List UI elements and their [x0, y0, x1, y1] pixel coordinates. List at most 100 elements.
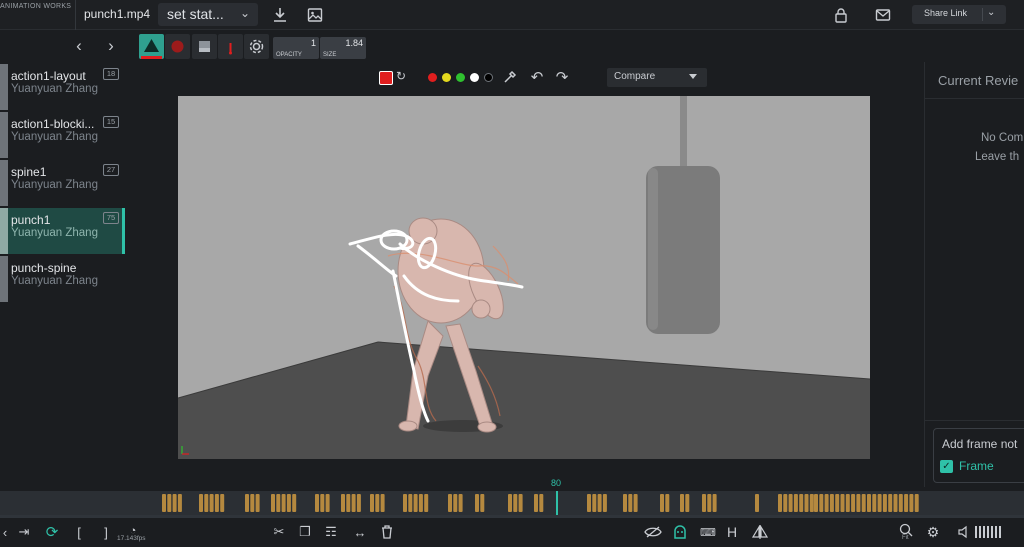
annotation-marker[interactable]: [914, 494, 919, 512]
version-item-active[interactable]: punch1 Yuanyuan Zhang 75: [0, 208, 125, 254]
annotation-marker[interactable]: [665, 494, 670, 512]
annotation-marker[interactable]: [271, 494, 275, 512]
note-input-placeholder[interactable]: Add frame not: [942, 437, 1017, 451]
swap-colors-icon[interactable]: ↻: [396, 69, 406, 83]
annotation-marker[interactable]: [814, 494, 818, 512]
annotation-marker[interactable]: [840, 494, 845, 512]
annotation-marker[interactable]: [380, 494, 385, 512]
color-swatch-white[interactable]: [470, 73, 479, 82]
skip-forward-icon[interactable]: ⇥: [17, 521, 31, 543]
status-select[interactable]: set stat... ⌄: [158, 3, 258, 26]
active-color-swatch[interactable]: [379, 71, 393, 85]
annotation-marker[interactable]: [204, 494, 209, 512]
annotation-marker[interactable]: [341, 494, 345, 512]
download-icon[interactable]: [269, 4, 291, 26]
annotation-marker[interactable]: [508, 494, 512, 512]
step-back-icon[interactable]: ‹: [0, 521, 10, 543]
annotation-marker[interactable]: [867, 494, 871, 512]
annotation-marker[interactable]: [418, 494, 423, 512]
version-item[interactable]: action1-blocki... Yuanyuan Zhang 15: [0, 112, 122, 158]
annotation-marker[interactable]: [453, 494, 458, 512]
annotation-marker[interactable]: [513, 494, 518, 512]
annotation-marker[interactable]: [628, 494, 633, 512]
flip-icon[interactable]: [750, 521, 770, 543]
annotation-marker[interactable]: [413, 494, 418, 512]
annotation-marker[interactable]: [861, 494, 866, 512]
h-toggle-icon[interactable]: H: [724, 521, 740, 543]
annotation-marker[interactable]: [835, 494, 840, 512]
set-in-point-icon[interactable]: [: [72, 521, 86, 543]
volume-icon[interactable]: [956, 521, 974, 543]
annotation-marker[interactable]: [172, 494, 177, 512]
annotation-marker[interactable]: [788, 494, 793, 512]
annotation-marker[interactable]: [829, 494, 834, 512]
annotation-marker[interactable]: [597, 494, 602, 512]
annotation-marker[interactable]: [660, 494, 664, 512]
annotation-marker[interactable]: [375, 494, 380, 512]
annotation-marker[interactable]: [633, 494, 638, 512]
video-canvas[interactable]: [178, 96, 870, 459]
shape-tool-button[interactable]: [139, 34, 164, 59]
annotation-marker[interactable]: [872, 494, 877, 512]
compare-select[interactable]: Compare: [607, 68, 707, 87]
annotation-marker[interactable]: [888, 494, 893, 512]
chevron-down-icon[interactable]: ⌄: [987, 7, 995, 18]
paste-icon[interactable]: ☶: [322, 521, 340, 543]
annotation-marker[interactable]: [281, 494, 286, 512]
annotation-marker[interactable]: [898, 494, 903, 512]
chevron-right-icon[interactable]: ›: [100, 35, 122, 57]
color-swatch-black[interactable]: [484, 73, 493, 82]
annotation-marker[interactable]: [286, 494, 291, 512]
annotation-marker[interactable]: [856, 494, 861, 512]
mail-icon[interactable]: [872, 4, 894, 26]
annotation-marker[interactable]: [602, 494, 607, 512]
annotation-marker[interactable]: [346, 494, 351, 512]
onion-skin-icon[interactable]: [670, 521, 690, 543]
version-item[interactable]: spine1 Yuanyuan Zhang 27: [0, 160, 122, 206]
annotation-marker[interactable]: [755, 494, 759, 512]
set-out-point-icon[interactable]: ]: [99, 521, 113, 543]
annotation-marker[interactable]: [893, 494, 898, 512]
timeline-track[interactable]: [0, 491, 1024, 515]
annotation-marker[interactable]: [685, 494, 690, 512]
annotation-marker[interactable]: [778, 494, 782, 512]
fps-readout[interactable]: 17.143fps: [117, 535, 146, 542]
annotation-marker[interactable]: [448, 494, 452, 512]
annotation-marker[interactable]: [799, 494, 804, 512]
keyboard-icon[interactable]: ⌨: [698, 521, 718, 543]
annotation-marker[interactable]: [458, 494, 463, 512]
note-input-box[interactable]: Add frame not ✓ Frame: [933, 428, 1024, 483]
loop-icon[interactable]: ⟳: [42, 521, 62, 543]
settings-button[interactable]: [244, 34, 269, 59]
annotation-marker[interactable]: [702, 494, 706, 512]
version-item[interactable]: action1-layout Yuanyuan Zhang 18: [0, 64, 122, 110]
annotation-marker[interactable]: [882, 494, 887, 512]
opacity-slider[interactable]: OPACITY 1: [273, 37, 319, 59]
annotation-marker[interactable]: [292, 494, 297, 512]
annotation-marker[interactable]: [480, 494, 485, 512]
lock-icon[interactable]: [830, 4, 852, 26]
eye-off-icon[interactable]: [642, 521, 664, 543]
color-swatch-yellow[interactable]: [442, 73, 451, 82]
annotation-marker[interactable]: [518, 494, 523, 512]
annotation-marker[interactable]: [592, 494, 597, 512]
chevron-left-icon[interactable]: ‹: [68, 35, 90, 57]
annotation-marker[interactable]: [370, 494, 374, 512]
delete-icon[interactable]: [378, 521, 396, 543]
annotation-marker[interactable]: [783, 494, 788, 512]
annotation-marker[interactable]: [819, 494, 824, 512]
cut-icon[interactable]: ✂: [270, 521, 288, 543]
color-swatch-red[interactable]: [428, 73, 437, 82]
annotation-marker[interactable]: [707, 494, 712, 512]
annotation-marker[interactable]: [199, 494, 203, 512]
color-swatch-green[interactable]: [456, 73, 465, 82]
annotation-marker[interactable]: [177, 494, 182, 512]
annotation-marker[interactable]: [804, 494, 809, 512]
annotation-marker[interactable]: [877, 494, 882, 512]
eyedropper-icon[interactable]: [499, 66, 521, 88]
eraser-tool-button[interactable]: [192, 34, 217, 59]
annotation-marker[interactable]: [909, 494, 914, 512]
volume-slider[interactable]: [975, 521, 1003, 543]
annotation-marker[interactable]: [250, 494, 255, 512]
pin-tool-button[interactable]: [218, 34, 243, 59]
